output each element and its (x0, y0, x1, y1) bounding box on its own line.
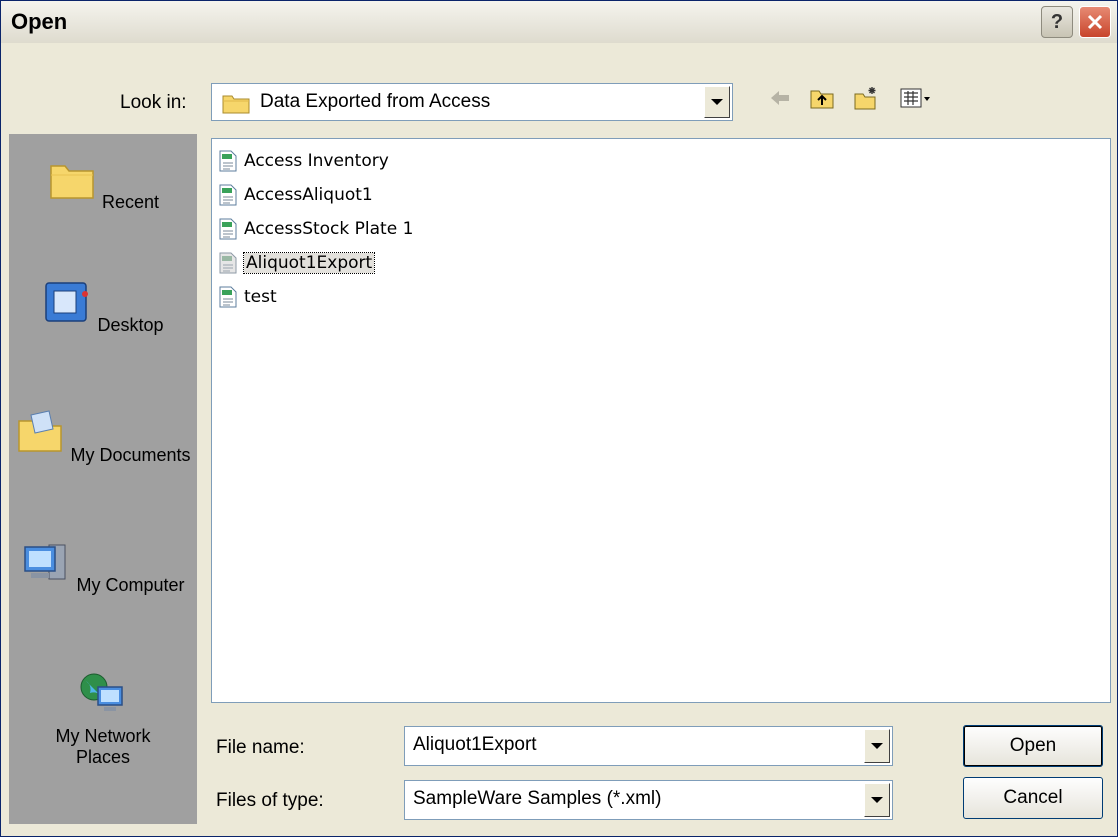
view-menu-icon[interactable] (899, 85, 933, 111)
place-my-documents[interactable]: My Documents (9, 407, 197, 466)
open-button[interactable]: Open (963, 725, 1103, 767)
file-name: Aliquot1Export (242, 252, 376, 274)
filetype-dropdown-button[interactable] (864, 783, 890, 817)
close-button[interactable] (1079, 6, 1111, 38)
file-item[interactable]: Access Inventory (218, 147, 389, 175)
open-button-label: Open (1009, 735, 1057, 756)
filename-dropdown-button[interactable] (864, 729, 890, 763)
place-label: Recent (101, 192, 160, 212)
filename-label: File name: (216, 737, 305, 758)
new-folder-icon[interactable] (853, 85, 879, 111)
desktop-icon (45, 282, 89, 322)
help-button[interactable]: ? (1041, 6, 1073, 38)
place-label: My Documents (70, 445, 191, 465)
question-mark-icon: ? (1050, 10, 1064, 33)
lookin-dropdown-button[interactable] (704, 86, 730, 118)
cancel-button[interactable]: Cancel (963, 777, 1103, 819)
filename-combobox[interactable]: Aliquot1Export (404, 726, 893, 766)
folder-icon (222, 95, 250, 114)
cancel-button-label: Cancel (1003, 787, 1063, 808)
up-folder-icon[interactable] (809, 85, 835, 111)
file-item[interactable]: AccessStock Plate 1 (218, 215, 413, 243)
xml-file-icon (219, 218, 237, 240)
place-label-line2: Places (75, 747, 131, 767)
title-bar[interactable]: Open ? (1, 1, 1117, 43)
file-name: test (244, 287, 277, 307)
filename-value: Aliquot1Export (413, 734, 537, 755)
place-label: Desktop (97, 315, 164, 335)
my-computer-icon (24, 544, 66, 580)
chevron-down-icon (871, 797, 883, 803)
xml-file-icon (219, 252, 237, 274)
open-dialog: Open ? Look in: Data Exported from Acces… (0, 0, 1118, 837)
place-my-computer[interactable]: My Computer (9, 537, 197, 596)
filetype-dropdown[interactable]: SampleWare Samples (*.xml) (404, 780, 893, 820)
file-item-selected[interactable]: Aliquot1Export (218, 249, 376, 277)
file-item[interactable]: test (218, 283, 277, 311)
my-documents-icon (18, 410, 63, 452)
filetype-value: SampleWare Samples (*.xml) (413, 788, 662, 809)
file-name: AccessAliquot1 (244, 185, 373, 205)
file-item[interactable]: AccessAliquot1 (218, 181, 373, 209)
recent-folder-icon (50, 165, 94, 199)
place-network-places[interactable]: My Network Places (9, 667, 197, 768)
place-label: My Computer (76, 575, 185, 595)
window-title: Open (11, 9, 68, 34)
filetype-label: Files of type: (216, 790, 324, 811)
xml-file-icon (219, 150, 237, 172)
xml-file-icon (219, 286, 237, 308)
lookin-value: Data Exported from Access (260, 91, 491, 112)
file-name: AccessStock Plate 1 (244, 219, 414, 239)
file-name: Access Inventory (244, 151, 389, 171)
places-bar: Recent Desktop My Documents My Computer … (9, 134, 197, 824)
place-recent[interactable]: Recent (9, 154, 197, 213)
place-desktop[interactable]: Desktop (9, 277, 197, 336)
network-places-icon (80, 673, 123, 711)
back-arrow-icon[interactable] (767, 85, 793, 111)
chevron-down-icon (871, 743, 883, 749)
lookin-dropdown[interactable]: Data Exported from Access (211, 83, 733, 121)
chevron-down-icon (711, 99, 723, 105)
place-label-line1: My Network (55, 726, 151, 746)
xml-file-icon (219, 184, 237, 206)
lookin-label: Look in: (120, 92, 187, 113)
close-icon (1087, 14, 1103, 30)
file-list[interactable]: Access Inventory AccessAliquot1 AccessSt… (211, 138, 1111, 703)
